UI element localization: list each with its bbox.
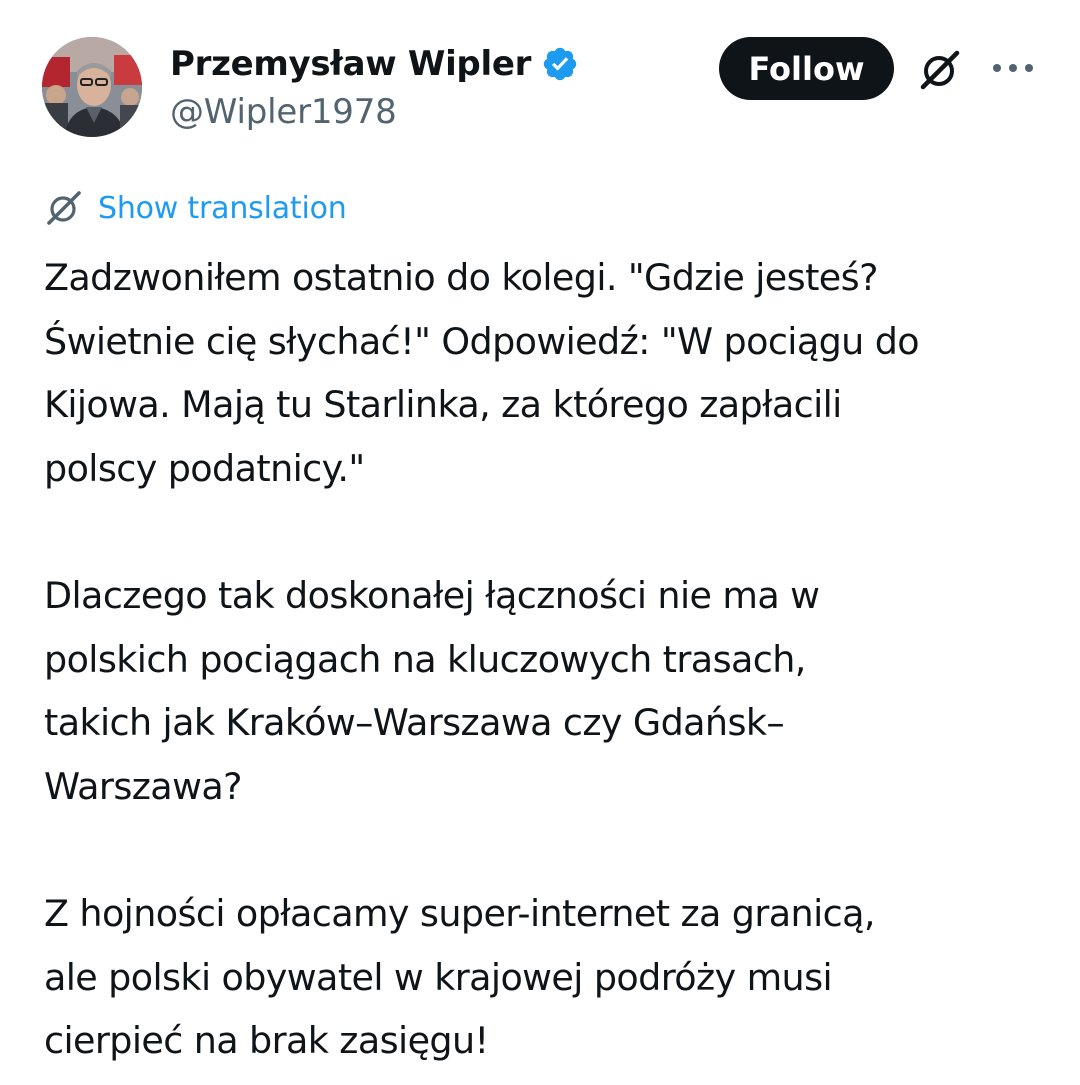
tweet-text: Zadzwoniłem ostatnio do kolegi. "Gdzie j…: [44, 246, 1054, 1073]
translation-row: Show translation: [44, 188, 347, 228]
show-translation-link[interactable]: Show translation: [98, 191, 347, 226]
paragraph-2: Dlaczego tak doskonałej łączności nie ma…: [44, 564, 1054, 818]
text-line: Z hojności opłacamy super-internet za gr…: [44, 891, 875, 935]
text-line: takich jak Kraków–Warszawa czy Gdańsk–: [44, 701, 785, 745]
avatar-image: [42, 37, 142, 137]
author-block: Przemysław Wipler @Wipler1978: [170, 38, 579, 132]
translate-icon: [44, 188, 84, 228]
tweet: Przemysław Wipler @Wipler1978 Follow Sho…: [0, 0, 1080, 1085]
text-line: cierpieć na brak zasięgu!: [44, 1019, 489, 1063]
paragraph-3: Z hojności opłacamy super-internet za gr…: [44, 882, 1054, 1073]
more-options-icon[interactable]: [991, 58, 1035, 78]
text-line: Warszawa?: [44, 764, 242, 808]
text-line: ale polski obywatel w krajowej podróży m…: [44, 955, 833, 999]
text-line: polskich pociągach na kluczowych trasach…: [44, 637, 806, 681]
text-line: Zadzwoniłem ostatnio do kolegi. "Gdzie j…: [44, 256, 878, 299]
follow-button[interactable]: Follow: [719, 37, 894, 100]
avatar[interactable]: [42, 37, 142, 137]
name-row: Przemysław Wipler: [170, 38, 579, 90]
text-line: Świetnie cię słychać!" Odpowiedź: "W poc…: [44, 319, 920, 363]
grok-icon[interactable]: [917, 47, 963, 93]
display-name[interactable]: Przemysław Wipler: [170, 44, 531, 84]
text-line: Dlaczego tak doskonałej łączności nie ma…: [44, 573, 820, 617]
paragraph-1: Zadzwoniłem ostatnio do kolegi. "Gdzie j…: [44, 246, 1054, 500]
verified-badge-icon[interactable]: [541, 45, 579, 83]
text-line: polscy podatnicy.": [44, 446, 365, 490]
text-line: Kijowa. Mają tu Starlinka, za którego za…: [44, 383, 842, 427]
handle[interactable]: @Wipler1978: [170, 92, 579, 132]
